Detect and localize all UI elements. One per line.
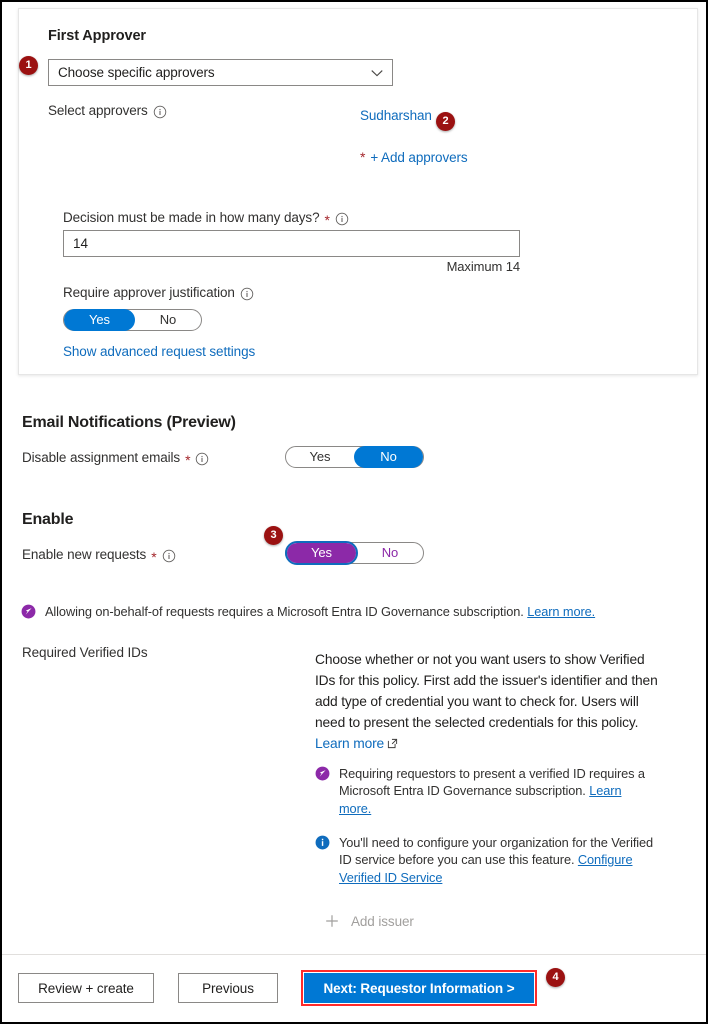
required-verified-ids-description: Choose whether or not you want users to … bbox=[315, 650, 661, 755]
next-requestor-information-button[interactable]: Next: Requestor Information > bbox=[304, 973, 534, 1003]
require-justification-label-text: Require approver justification bbox=[63, 285, 235, 300]
info-filled-icon bbox=[315, 835, 330, 850]
entra-governance-badge-icon bbox=[315, 766, 330, 781]
required-verified-ids-description-text: Choose whether or not you want users to … bbox=[315, 652, 658, 730]
enable-new-requests-option-yes[interactable]: Yes bbox=[285, 541, 358, 565]
verified-id-governance-notice: Requiring requestors to present a verifi… bbox=[315, 765, 655, 817]
select-approvers-label: Select approvers bbox=[48, 103, 167, 118]
decision-days-label-text: Decision must be made in how many days? bbox=[63, 210, 320, 225]
first-approver-card: First Approver Choose specific approvers… bbox=[18, 8, 698, 375]
callout-badge-2: 2 bbox=[436, 112, 455, 131]
page-title: First Approver bbox=[48, 28, 146, 44]
verified-id-governance-notice-wrap: Requiring requestors to present a verifi… bbox=[339, 765, 655, 817]
governance-notice-text: Allowing on-behalf-of requests requires … bbox=[45, 604, 524, 619]
selected-approver-chip[interactable]: Sudharshan bbox=[360, 108, 432, 123]
require-justification-option-yes[interactable]: Yes bbox=[64, 309, 135, 331]
show-advanced-request-settings-link[interactable]: Show advanced request settings bbox=[63, 344, 255, 359]
info-icon[interactable] bbox=[162, 549, 176, 563]
require-justification-toggle[interactable]: Yes No bbox=[63, 309, 202, 331]
require-justification-label: Require approver justification bbox=[63, 285, 254, 300]
decision-days-maximum-hint: Maximum 14 bbox=[446, 259, 521, 274]
external-link-icon bbox=[387, 735, 398, 748]
verified-id-configure-notice: You'll need to configure your organizati… bbox=[315, 834, 655, 886]
approver-type-dropdown[interactable]: Choose specific approvers bbox=[48, 59, 393, 86]
decision-days-value: 14 bbox=[73, 236, 89, 251]
previous-button[interactable]: Previous bbox=[178, 973, 278, 1003]
callout-badge-1: 1 bbox=[19, 56, 38, 75]
add-issuer-label: Add issuer bbox=[351, 913, 414, 929]
add-approvers-row[interactable]: * + Add approvers bbox=[360, 150, 468, 165]
azure-access-package-policy-screen: First Approver Choose specific approvers… bbox=[0, 0, 708, 1024]
enable-new-requests-label-text: Enable new requests bbox=[22, 547, 147, 562]
governance-notice-text-wrap: Allowing on-behalf-of requests requires … bbox=[45, 603, 595, 620]
on-behalf-of-governance-notice: Allowing on-behalf-of requests requires … bbox=[21, 603, 661, 620]
required-verified-ids-learn-more-link[interactable]: Learn more bbox=[315, 736, 384, 751]
wizard-footer-bar: Review + create Previous Next: Requestor… bbox=[2, 954, 706, 1022]
email-notifications-heading: Email Notifications (Preview) bbox=[22, 414, 236, 431]
decision-days-input[interactable]: 14 bbox=[63, 230, 520, 257]
chevron-down-icon bbox=[370, 66, 384, 80]
decision-days-label: Decision must be made in how many days? … bbox=[63, 210, 349, 228]
governance-notice-learn-more-link[interactable]: Learn more. bbox=[527, 604, 595, 619]
required-asterisk: * bbox=[360, 149, 366, 165]
callout-badge-4: 4 bbox=[546, 968, 565, 987]
entra-governance-badge-icon bbox=[21, 604, 36, 619]
info-icon[interactable] bbox=[240, 287, 254, 301]
disable-assignment-emails-label: Disable assignment emails * bbox=[22, 450, 209, 468]
info-icon[interactable] bbox=[195, 452, 209, 466]
verified-id-configure-notice-wrap: You'll need to configure your organizati… bbox=[339, 834, 655, 886]
enable-new-requests-label: Enable new requests * bbox=[22, 547, 176, 565]
add-approvers-link[interactable]: + Add approvers bbox=[370, 150, 467, 165]
require-justification-option-no[interactable]: No bbox=[135, 309, 201, 331]
info-icon[interactable] bbox=[153, 105, 167, 119]
callout-badge-3: 3 bbox=[264, 526, 283, 545]
form-content-area: First Approver Choose specific approvers… bbox=[2, 2, 706, 954]
disable-assignment-emails-label-text: Disable assignment emails bbox=[22, 450, 181, 465]
required-verified-ids-label: Required Verified IDs bbox=[22, 645, 148, 660]
enable-new-requests-option-no[interactable]: No bbox=[357, 542, 423, 564]
enable-heading: Enable bbox=[22, 511, 74, 528]
plus-icon bbox=[324, 913, 340, 929]
enable-new-requests-toggle[interactable]: Yes No bbox=[285, 541, 424, 565]
disable-assignment-emails-option-yes[interactable]: Yes bbox=[286, 446, 354, 468]
disable-assignment-emails-option-no[interactable]: No bbox=[354, 446, 423, 468]
select-approvers-label-text: Select approvers bbox=[48, 103, 148, 118]
add-issuer-button[interactable]: Add issuer bbox=[324, 913, 414, 929]
review-create-button[interactable]: Review + create bbox=[18, 973, 154, 1003]
required-asterisk: * bbox=[151, 548, 157, 565]
required-asterisk: * bbox=[185, 451, 191, 468]
info-icon[interactable] bbox=[335, 212, 349, 226]
required-asterisk: * bbox=[324, 211, 330, 228]
disable-assignment-emails-toggle[interactable]: Yes No bbox=[285, 446, 424, 468]
approver-type-selected-value: Choose specific approvers bbox=[58, 65, 215, 80]
